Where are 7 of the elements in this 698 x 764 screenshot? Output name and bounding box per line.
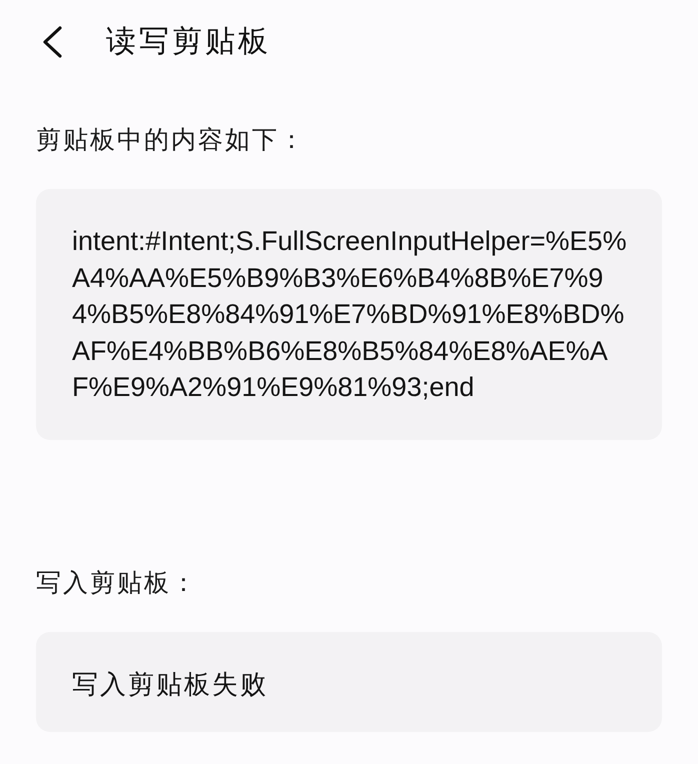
back-button[interactable] bbox=[42, 26, 62, 58]
back-icon bbox=[42, 26, 62, 58]
clipboard-content-text: intent:#Intent;S.FullScreenInputHelper=%E5%A4%AA%E5%B9%B3%E6%B4%8B%E7%94%B5%E8%84%91%E7%BD%91%E8%BD%AF%E4%BB%B6%E8%B5%84%E8%AE%AF%E9%A2%91%E9%81%93;end bbox=[72, 225, 628, 404]
page-title: 读写剪贴板 bbox=[106, 24, 271, 60]
section-label: 写入剪贴板： bbox=[36, 568, 199, 598]
section-label: 剪贴板中的内容如下： bbox=[36, 125, 307, 156]
write-result-text: 写入剪贴板失败 bbox=[72, 668, 269, 700]
